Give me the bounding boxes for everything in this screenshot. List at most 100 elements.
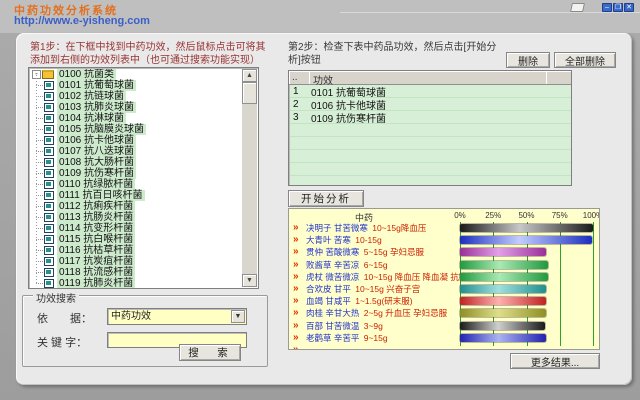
skin-icon[interactable] — [570, 3, 585, 12]
tree-item-label[interactable]: 0112 抗痢疾杆菌 — [57, 201, 136, 212]
column-divider[interactable] — [546, 72, 547, 84]
tree-item-label[interactable]: 0115 抗白喉杆菌 — [57, 234, 136, 245]
chart-row[interactable]: » 百部 甘苦微温 3~9g — [289, 320, 599, 332]
chart-row[interactable]: » 败酱草 辛苦凉 6~15g — [289, 259, 599, 271]
delete-button[interactable]: 删除 — [506, 52, 550, 68]
tree-item-label[interactable]: 0103 抗肺炎球菌 — [57, 102, 137, 113]
tree-item[interactable]: 0111 抗百日咳杆菌 — [36, 190, 242, 201]
document-icon — [44, 224, 54, 233]
site-url-link[interactable]: http://www.e-yisheng.com — [14, 15, 150, 27]
tree-root-label[interactable]: 0100 抗菌类 — [57, 69, 117, 80]
step2-instructions: 第2步：检查下表中药品功效，然后点击[开始分 析]按钮 — [288, 42, 497, 66]
start-analysis-button[interactable]: 开始分析 — [288, 190, 364, 207]
tree-item-label[interactable]: 0117 抗炭疽杆菌 — [57, 256, 136, 267]
tree-item-label[interactable]: 0102 抗链球菌 — [57, 91, 127, 102]
herb-label: 血竭 甘咸平 1~1.5g(研末服) — [306, 297, 413, 306]
more-results-button[interactable]: 更多结果... — [510, 353, 600, 369]
tree-connector — [36, 118, 43, 119]
tree-scrollbar[interactable]: ▲ ▼ — [242, 69, 257, 287]
tree-item-label[interactable]: 0119 抗肺炎杆菌 — [57, 278, 136, 288]
search-by-label: 依 据： — [37, 313, 92, 325]
chart-row[interactable]: » 虎杖 微苦微凉 10~15g 降血压 降血凝 抗钩端螺旋体* — [289, 271, 599, 283]
row-arrow-icon: » — [293, 295, 298, 307]
tree-item[interactable]: 0113 抗肠炎杆菌 — [36, 212, 242, 223]
restore-button[interactable]: ❐ — [613, 3, 623, 12]
chart-row[interactable]: » 贯仲 苦酸微寒 5~15g 孕妇忌服 — [289, 246, 599, 258]
tree-item-label[interactable]: 0101 抗葡萄球菌 — [57, 80, 137, 91]
tree-connector — [36, 129, 43, 130]
tree-item[interactable]: 0103 抗肺炎球菌 — [36, 102, 242, 113]
chart-row[interactable]: » 肉桂 辛甘大热 2~5g 升血压 孕妇忌服 — [289, 307, 599, 319]
document-icon — [44, 147, 54, 156]
tree-item-label[interactable]: 0105 抗脑膜炎球菌 — [57, 124, 147, 135]
tree-item-label[interactable]: 0106 抗卡他球菌 — [57, 135, 137, 146]
tree-item[interactable]: 0114 抗变形杆菌 — [36, 223, 242, 234]
scroll-down-icon[interactable]: ▼ — [242, 274, 257, 287]
chart-row[interactable]: » 决明子 甘苦微寒 10~15g降血压 — [289, 222, 599, 234]
document-icon — [44, 180, 54, 189]
search-by-select[interactable]: 中药功效 ▼ — [107, 308, 247, 325]
tree-item-label[interactable]: 0113 抗肠炎杆菌 — [57, 212, 136, 223]
tree-item-label[interactable]: 0114 抗变形杆菌 — [57, 223, 136, 234]
row-arrow-icon: » — [293, 258, 298, 270]
herb-name: 败酱草 辛苦凉 — [306, 259, 362, 270]
tree-item-label[interactable]: 0116 抗枯草杆菌 — [57, 245, 136, 256]
document-icon — [44, 257, 54, 266]
tree-item[interactable]: 0110 抗绿脓杆菌 — [36, 179, 242, 190]
search-by-value: 中药功效 — [111, 311, 151, 322]
column-divider[interactable] — [309, 72, 310, 84]
row-number: 2 — [293, 99, 299, 110]
tree-item[interactable]: 0107 抗八迭球菌 — [36, 146, 242, 157]
tree-item[interactable]: 0106 抗卡他球菌 — [36, 135, 242, 146]
tree-item[interactable]: 0102 抗链球菌 — [36, 91, 242, 102]
tree-item-label[interactable]: 0104 抗淋球菌 — [57, 113, 127, 124]
document-icon — [44, 158, 54, 167]
folder-icon — [42, 70, 54, 79]
chart-row[interactable]: » 合欢皮 甘平 10~15g 兴奋子宫 — [289, 283, 599, 295]
chart-row[interactable]: » 血竭 甘咸平 1~1.5g(研末服) — [289, 295, 599, 307]
tree-item[interactable]: 0104 抗淋球菌 — [36, 113, 242, 124]
minimize-button[interactable]: – — [602, 3, 612, 12]
table-row[interactable]: 3 0109 抗伤寒杆菌 — [289, 111, 571, 125]
scroll-up-icon[interactable]: ▲ — [242, 69, 257, 82]
efficacy-tree[interactable]: - 0100 抗菌类 0101 抗葡萄球菌 0102 抗链球菌 0103 抗肺炎… — [28, 67, 259, 289]
tree-item-label[interactable]: 0109 抗伤寒杆菌 — [57, 168, 137, 179]
tree-item[interactable]: 0108 抗大肠杆菌 — [36, 157, 242, 168]
tree-connector — [36, 151, 43, 152]
delete-all-button[interactable]: 全部删除 — [554, 52, 616, 68]
tree-item[interactable]: 0101 抗葡萄球菌 — [36, 80, 242, 91]
more-herbs-row[interactable]: »...... — [289, 344, 599, 349]
close-button[interactable]: ✕ — [624, 3, 634, 12]
tree-connector — [36, 228, 43, 229]
selected-efficacy-table[interactable]: .. 功效 1 0101 抗葡萄球菌 2 0106 抗卡他球菌 3 0109 抗… — [288, 70, 572, 186]
tree-item[interactable]: 0116 抗枯草杆菌 — [36, 245, 242, 256]
document-icon — [44, 81, 54, 90]
tree-item[interactable]: 0105 抗脑膜炎球菌 — [36, 124, 242, 135]
scrollbar-thumb[interactable] — [242, 82, 257, 104]
percentage-bar — [460, 224, 593, 232]
tree-item[interactable]: 0117 抗炭疽杆菌 — [36, 256, 242, 267]
tree-item-label[interactable]: 0111 抗百日咳杆菌 — [57, 190, 145, 201]
chevron-down-icon[interactable]: ▼ — [231, 310, 245, 323]
tree-connector — [36, 107, 43, 108]
search-button[interactable]: 搜 索 — [179, 344, 241, 361]
tree-root-row[interactable]: - 0100 抗菌类 — [30, 69, 242, 80]
herb-name: 合欢皮 甘平 — [306, 283, 354, 294]
tree-item[interactable]: 0119 抗肺炎杆菌 — [36, 278, 242, 288]
chart-row[interactable]: » 大青叶 苦寒 10-15g — [289, 234, 599, 246]
tree-item-label[interactable]: 0108 抗大肠杆菌 — [57, 157, 137, 168]
document-icon — [44, 136, 54, 145]
tree-item[interactable]: 0112 抗痢疾杆菌 — [36, 201, 242, 212]
row-number: 1 — [293, 86, 299, 97]
tree-item[interactable]: 0115 抗白喉杆菌 — [36, 234, 242, 245]
tree-item-label[interactable]: 0118 抗流感杆菌 — [57, 267, 136, 278]
axis-tick-label: 25% — [485, 211, 502, 220]
axis-tick-label: 75% — [551, 211, 568, 220]
header-divider — [340, 12, 640, 13]
table-header: .. 功效 — [289, 71, 571, 87]
tree-item-label[interactable]: 0110 抗绿脓杆菌 — [57, 179, 136, 190]
chart-row[interactable]: » 老鹳草 辛苦平 9~15g — [289, 332, 599, 344]
tree-item-label[interactable]: 0107 抗八迭球菌 — [57, 146, 137, 157]
tree-item[interactable]: 0118 抗流感杆菌 — [36, 267, 242, 278]
tree-item[interactable]: 0109 抗伤寒杆菌 — [36, 168, 242, 179]
